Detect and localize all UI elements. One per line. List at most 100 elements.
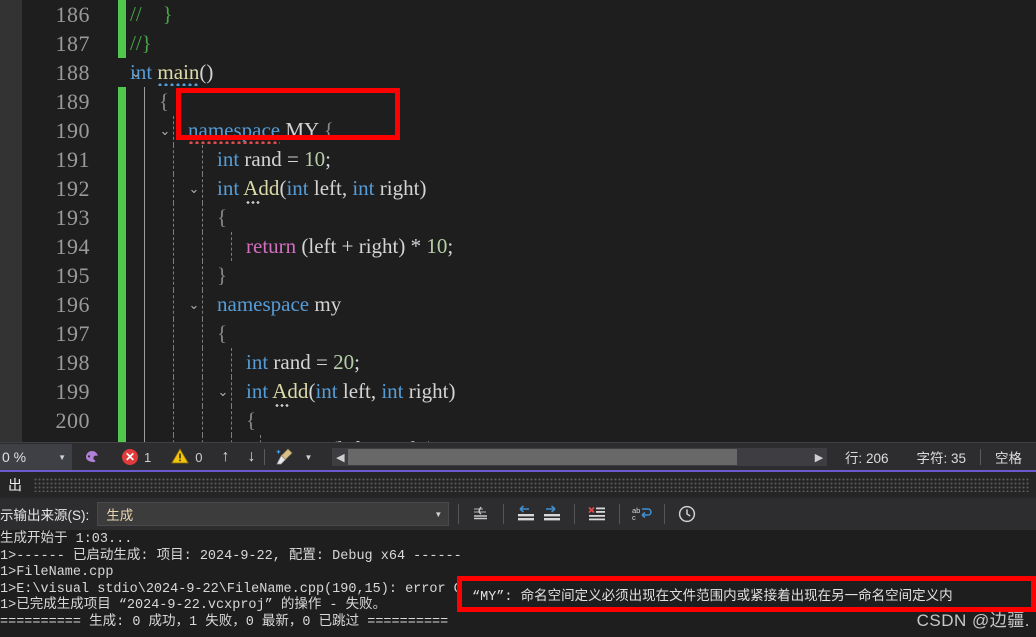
error-count-status[interactable]: ✕ 1 (112, 443, 161, 471)
code-line[interactable]: 188 ⌄ int main() (0, 58, 1036, 89)
line-number: 194 (55, 234, 90, 259)
indent-guide (144, 232, 145, 261)
code-line[interactable]: 196 ⌄ namespace my (0, 290, 1036, 319)
scrollbar-track[interactable] (348, 448, 811, 466)
indent-guide (202, 406, 203, 435)
visual-studio-window: 186// } 187//} 188 ⌄ int main() 189{190 ⌄ names… (0, 0, 1036, 637)
toolbar-divider (619, 504, 621, 524)
code-line[interactable]: 195} (0, 261, 1036, 290)
intellisense-status[interactable] (72, 443, 112, 471)
indent-guide (173, 348, 174, 377)
change-indicator (118, 145, 126, 174)
code-line[interactable]: 197 { (0, 319, 1036, 348)
indent-guide (173, 377, 174, 406)
highlighted-error-text: “MY”: 命名空间定义必须出现在文件范围内或紧接着出现在另一命名空间定义内 (472, 589, 953, 605)
line-number: 198 (55, 350, 90, 375)
indent-guide (173, 319, 174, 348)
zoom-level-selector[interactable]: 0 % ▼ (0, 444, 72, 470)
line-number: 195 (55, 263, 90, 288)
indent-guide (144, 435, 145, 442)
scrollbar-thumb[interactable] (348, 449, 737, 465)
output-line[interactable]: ========== 生成: 0 成功，1 失败，0 最新，0 已跳过 ====… (0, 615, 1036, 632)
line-number: 200 (55, 408, 90, 433)
code-line[interactable]: 186 // } (0, 0, 1036, 29)
fold-chevron-icon[interactable]: ⌄ (184, 174, 204, 203)
output-line[interactable]: 生成开始于 1:03... (0, 532, 1036, 549)
line-number: 193 (55, 205, 90, 230)
indent-guide (144, 290, 145, 319)
output-text-area[interactable]: 生成开始于 1:03... 1>------ 已启动生成: 项目: 2024-9-… (0, 530, 1036, 631)
fold-chevron-icon[interactable]: ⌄ (155, 116, 175, 145)
change-indicator (118, 174, 126, 203)
indent-guide (202, 174, 203, 203)
code-text: { (217, 321, 228, 345)
character-indicator: 字符: 35 (916, 451, 966, 466)
broom-icon (275, 447, 295, 468)
output-panel-tabstrip[interactable]: 出 (0, 472, 1036, 498)
line-number: 189 (55, 89, 90, 114)
indent-guide (144, 406, 145, 435)
indent-guide (173, 116, 174, 145)
indent-guide (173, 145, 174, 174)
indent-guide (173, 174, 174, 203)
change-indicator (118, 0, 126, 29)
arrow-down-icon[interactable]: ↓ (238, 448, 264, 466)
arrow-up-icon[interactable]: ↑ (212, 448, 238, 466)
indent-guide (144, 87, 145, 116)
code-line[interactable]: 191 int rand = 10; (0, 145, 1036, 174)
code-text: int rand = 10; (217, 147, 331, 171)
code-line[interactable]: 190 ⌄ namespace MY { (0, 116, 1036, 145)
line-number: 199 (55, 379, 90, 404)
panel-drag-grip[interactable] (34, 478, 1030, 492)
output-line[interactable]: 1>FileName.cpp (0, 565, 1036, 582)
tab-output[interactable]: 出 (0, 472, 30, 498)
indentation-indicator[interactable]: 空格 (981, 447, 1036, 467)
indent-guide (173, 435, 174, 442)
show-timestamps-icon[interactable] (674, 502, 700, 526)
output-source-dropdown[interactable]: 生成 ▼ (97, 502, 450, 526)
editor-status-bar[interactable]: 0 % ▼ ✕ 1 0 ↑ ↓ ▼ ◀ ▶ 行: 206 字符: 35 空格 (0, 442, 1036, 471)
code-line[interactable]: 187 //} (0, 29, 1036, 58)
find-message-icon[interactable] (468, 502, 494, 526)
indent-guide (202, 348, 203, 377)
chevron-down-icon: ▼ (304, 452, 313, 462)
horizontal-scrollbar[interactable]: ◀ ▶ (332, 447, 827, 467)
toggle-word-wrap-icon[interactable]: ab c (629, 502, 655, 526)
code-text: namespace my (217, 292, 342, 316)
fold-chevron-icon[interactable]: ⌄ (213, 377, 233, 406)
change-indicator (118, 348, 126, 377)
code-text: return (left + right) * 20; (275, 435, 482, 442)
code-line[interactable]: 193 { (0, 203, 1036, 232)
line-number: 191 (55, 147, 90, 172)
toolbar-divider (458, 504, 460, 524)
warning-triangle-icon (171, 447, 190, 467)
code-line[interactable]: 201 return (left + right) * 20; (0, 435, 1036, 442)
warning-count-status[interactable]: 0 (161, 443, 212, 471)
output-panel-toolbar[interactable]: 示输出来源(S): 生成 ▼ ab c (0, 498, 1036, 530)
code-line[interactable]: 189 { (0, 87, 1036, 116)
fold-chevron-icon[interactable]: ⌄ (184, 290, 204, 319)
indent-guide (231, 435, 232, 442)
code-line[interactable]: 198 int rand = 20; (0, 348, 1036, 377)
scroll-right-icon[interactable]: ▶ (810, 448, 827, 466)
code-cleanup-button[interactable]: ▼ (265, 443, 328, 471)
indent-guide (144, 145, 145, 174)
code-text: int main() (130, 58, 213, 89)
change-indicator (118, 290, 126, 319)
toolbar-divider (574, 504, 576, 524)
go-to-previous-message-icon[interactable] (513, 502, 539, 526)
clear-all-icon[interactable] (584, 502, 610, 526)
indent-guide (173, 406, 174, 435)
output-line[interactable]: 1>------ 已启动生成: 项目: 2024-9-22, 配置: Debug… (0, 549, 1036, 566)
output-source-value: 生成 (106, 508, 134, 523)
code-line[interactable]: 192 ⌄ int Add(int left, int right) (0, 174, 1036, 203)
indent-guide (260, 435, 261, 442)
code-line[interactable]: 200 { (0, 406, 1036, 435)
go-to-next-message-icon[interactable] (539, 502, 565, 526)
scroll-left-icon[interactable]: ◀ (332, 448, 349, 466)
indent-guide (144, 348, 145, 377)
code-editor[interactable]: 186// } 187//} 188 ⌄ int main() 189{190 ⌄ names… (0, 0, 1036, 442)
code-line[interactable]: 199 ⌄ int Add(int left, int right) (0, 377, 1036, 406)
code-line[interactable]: 194 return (left + right) * 10; (0, 232, 1036, 261)
indent-guide (144, 116, 145, 145)
